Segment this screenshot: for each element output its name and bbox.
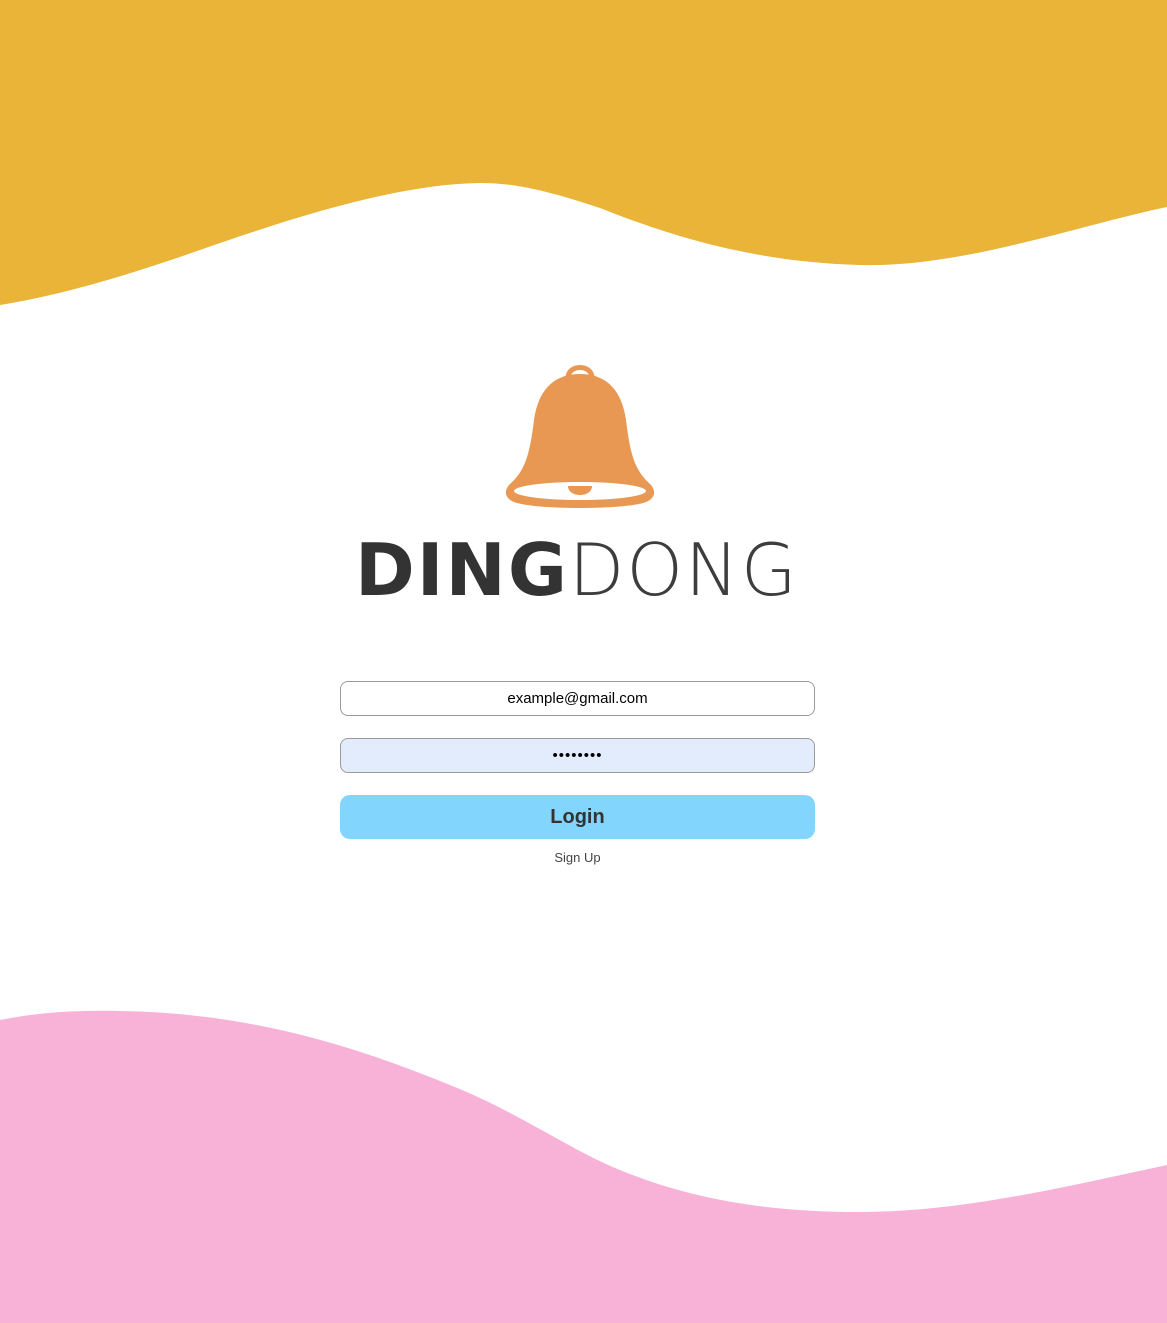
login-button[interactable]: Login — [340, 795, 815, 839]
wordmark-ding: DING — [355, 528, 569, 612]
email-field[interactable] — [340, 681, 815, 716]
bell-icon — [505, 365, 655, 508]
wordmark-dong: DONG — [569, 534, 799, 606]
signup-link[interactable]: Sign Up — [340, 850, 815, 865]
wordmark-dong-text: DONG — [568, 528, 799, 612]
bottom-wave-decoration — [0, 1010, 1167, 1323]
top-wave-decoration — [0, 0, 1167, 305]
login-form: Login Sign Up — [340, 681, 815, 865]
dingdong-wordmark: DING DONG — [355, 530, 805, 610]
login-page: DING DONG Login Sign Up — [0, 0, 1167, 1323]
password-field[interactable] — [340, 738, 815, 773]
